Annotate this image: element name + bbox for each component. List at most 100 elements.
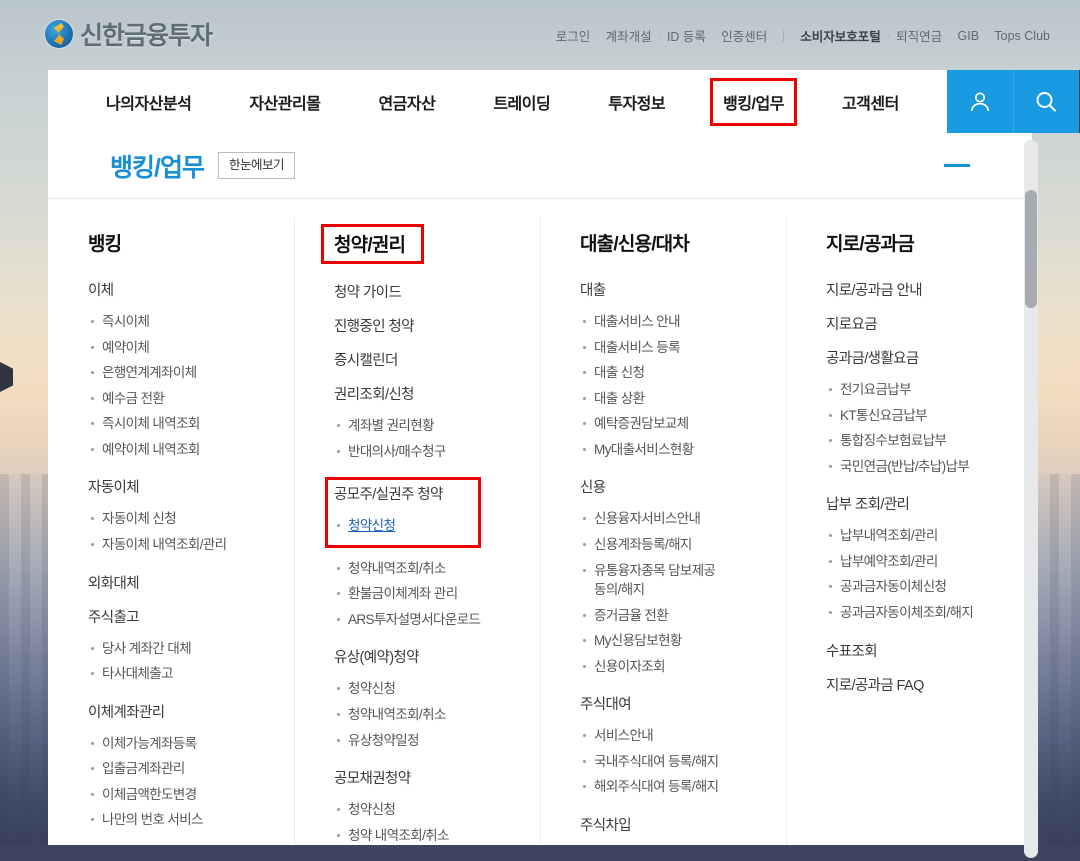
- list-item[interactable]: 예탁증권담보교체: [580, 411, 766, 437]
- list-item[interactable]: 해외주식대여 등록/해지: [580, 774, 766, 800]
- list-item[interactable]: 통합징수보험료납부: [826, 428, 1012, 454]
- group-title[interactable]: 유상(예약)청약: [334, 648, 520, 669]
- group-title[interactable]: 신용: [580, 478, 766, 499]
- list-item[interactable]: 계좌별 권리현황: [334, 413, 520, 439]
- background-bottom-band: [0, 845, 1080, 861]
- list-item[interactable]: 대출 상환: [580, 386, 766, 412]
- list-item[interactable]: ARS투자설명서다운로드: [334, 607, 520, 633]
- main-nav-icon-group: [947, 70, 1079, 133]
- list-item[interactable]: 대출서비스 등록: [580, 335, 766, 361]
- group-title[interactable]: 공모채권청약: [334, 769, 520, 790]
- list-item[interactable]: 이체가능계좌등록: [88, 731, 274, 757]
- list-item[interactable]: 국내주식대여 등록/해지: [580, 749, 766, 775]
- group-title[interactable]: 주식차입: [580, 816, 766, 837]
- list-item[interactable]: 유상청약일정: [334, 728, 520, 754]
- list-item-subscription-apply[interactable]: 청약신청: [334, 513, 468, 539]
- group-title[interactable]: 진행중인 청약: [334, 317, 520, 338]
- list-item[interactable]: 서비스안내: [580, 844, 766, 845]
- group-utility-living-bills: 공과금/생활요금 전기요금납부 KT통신요금납부 통합징수보험료납부 국민연금(…: [826, 349, 1012, 479]
- list-item[interactable]: 입출금계좌관리: [88, 756, 274, 782]
- minus-icon[interactable]: [944, 164, 970, 167]
- list-item[interactable]: 신용융자서비스안내: [580, 506, 766, 532]
- utility-link-open-account[interactable]: 계좌개설: [600, 26, 658, 45]
- list-item[interactable]: 납부내역조회/관리: [826, 523, 1012, 549]
- group-title[interactable]: 수표조회: [826, 642, 1012, 663]
- list-item[interactable]: 타사대체출고: [88, 661, 274, 687]
- list-item[interactable]: 신용이자조회: [580, 654, 766, 680]
- overview-button[interactable]: 한눈에보기: [218, 152, 295, 180]
- page-scrollbar-track[interactable]: [1024, 140, 1038, 858]
- group-title[interactable]: 이체: [88, 281, 274, 302]
- list-item[interactable]: 당사 계좌간 대체: [88, 636, 274, 662]
- list-item[interactable]: 공과금자동이체신청: [826, 574, 1012, 600]
- utility-link-gib[interactable]: GIB: [952, 29, 986, 43]
- nav-item-asset-mall[interactable]: 자산관리몰: [239, 81, 330, 123]
- list-item[interactable]: KT통신요금납부: [826, 403, 1012, 429]
- list-item[interactable]: 예수금 전환: [88, 386, 274, 412]
- list-item[interactable]: 자동이체 내역조회/관리: [88, 532, 274, 558]
- group-title[interactable]: 외화대체: [88, 574, 274, 595]
- user-icon[interactable]: [947, 70, 1013, 133]
- nav-item-banking-business[interactable]: 뱅킹/업무: [713, 81, 794, 123]
- menu-column-loan-credit-lending: 대출/신용/대차 대출 대출서비스 안내 대출서비스 등록 대출 신청 대출 상…: [540, 199, 786, 845]
- list-item[interactable]: 청약 내역조회/취소: [334, 823, 520, 845]
- list-item[interactable]: 청약신청: [334, 797, 520, 823]
- group-title[interactable]: 지로/공과금 안내: [826, 281, 1012, 302]
- nav-item-trading[interactable]: 트레이딩: [483, 81, 560, 123]
- list-item[interactable]: My신용담보현황: [580, 628, 766, 654]
- utility-link-login[interactable]: 로그인: [550, 26, 597, 45]
- group-title[interactable]: 대출: [580, 281, 766, 302]
- list-item[interactable]: 국민연금(반납/추납)납부: [826, 454, 1012, 480]
- list-item[interactable]: 예약이체 내역조회: [88, 437, 274, 463]
- group-items: 청약신청: [334, 513, 468, 539]
- list-item[interactable]: 은행연계계좌이체: [88, 360, 274, 386]
- group-title[interactable]: 청약 가이드: [334, 283, 520, 304]
- nav-item-pension-assets[interactable]: 연금자산: [368, 81, 445, 123]
- shinhan-globe-logo-icon: [45, 20, 73, 48]
- list-item[interactable]: 신용계좌등록/해지: [580, 532, 766, 558]
- list-item[interactable]: 이체금액한도변경: [88, 782, 274, 808]
- list-item[interactable]: 청약내역조회/취소: [334, 556, 520, 582]
- column-title-subscription-rights: 청약/권리: [324, 227, 421, 261]
- nav-item-investment-info[interactable]: 투자정보: [598, 81, 675, 123]
- nav-item-asset-analysis[interactable]: 나의자산분석: [96, 81, 201, 123]
- list-item[interactable]: 전기요금납부: [826, 377, 1012, 403]
- list-item[interactable]: 환불금이체계좌 관리: [334, 581, 520, 607]
- search-icon[interactable]: [1013, 70, 1079, 133]
- list-item[interactable]: 자동이체 신청: [88, 506, 274, 532]
- group-title[interactable]: 지로요금: [826, 315, 1012, 336]
- group-title[interactable]: 자동이체: [88, 478, 274, 499]
- list-item[interactable]: 즉시이체 내역조회: [88, 411, 274, 437]
- list-item[interactable]: 반대의사/매수청구: [334, 439, 520, 465]
- list-item[interactable]: 나만의 번호 서비스: [88, 807, 274, 833]
- group-title[interactable]: 증시캘린더: [334, 351, 520, 372]
- group-title[interactable]: 공모주/실권주 청약: [334, 485, 468, 506]
- list-item[interactable]: 증거금율 전환: [580, 603, 766, 629]
- nav-item-customer-center[interactable]: 고객센터: [832, 81, 909, 123]
- utility-link-cert-center[interactable]: 인증센터: [715, 26, 773, 45]
- group-title[interactable]: 이체계좌관리: [88, 703, 274, 724]
- group-title[interactable]: 지로/공과금 FAQ: [826, 676, 1012, 697]
- utility-link-id-register[interactable]: ID 등록: [661, 26, 712, 45]
- group-title[interactable]: 납부 조회/관리: [826, 495, 1012, 516]
- group-title[interactable]: 권리조회/신청: [334, 385, 520, 406]
- utility-link-consumer-portal[interactable]: 소비자보호포털: [794, 26, 887, 45]
- list-item[interactable]: 청약신청: [334, 676, 520, 702]
- list-item[interactable]: 서비스안내: [580, 723, 766, 749]
- list-item[interactable]: 납부예약조회/관리: [826, 549, 1012, 575]
- group-title[interactable]: 주식대여: [580, 695, 766, 716]
- list-item[interactable]: My대출서비스현황: [580, 437, 766, 463]
- site-logo[interactable]: 신한금융투자: [45, 16, 212, 52]
- list-item[interactable]: 대출 신청: [580, 360, 766, 386]
- utility-link-retirement-pension[interactable]: 퇴직연금: [890, 26, 948, 45]
- list-item[interactable]: 공과금자동이체조회/해지: [826, 600, 1012, 626]
- utility-link-tops-club[interactable]: Tops Club: [988, 29, 1056, 43]
- group-title[interactable]: 공과금/생활요금: [826, 349, 1012, 370]
- list-item[interactable]: 유통융자종목 담보제공 동의/해지: [580, 558, 725, 603]
- list-item[interactable]: 예약이체: [88, 335, 274, 361]
- list-item[interactable]: 청약내역조회/취소: [334, 702, 520, 728]
- list-item[interactable]: 대출서비스 안내: [580, 309, 766, 335]
- group-title[interactable]: 주식출고: [88, 608, 274, 629]
- list-item[interactable]: 즉시이체: [88, 309, 274, 335]
- page-scrollbar-thumb[interactable]: [1025, 190, 1037, 308]
